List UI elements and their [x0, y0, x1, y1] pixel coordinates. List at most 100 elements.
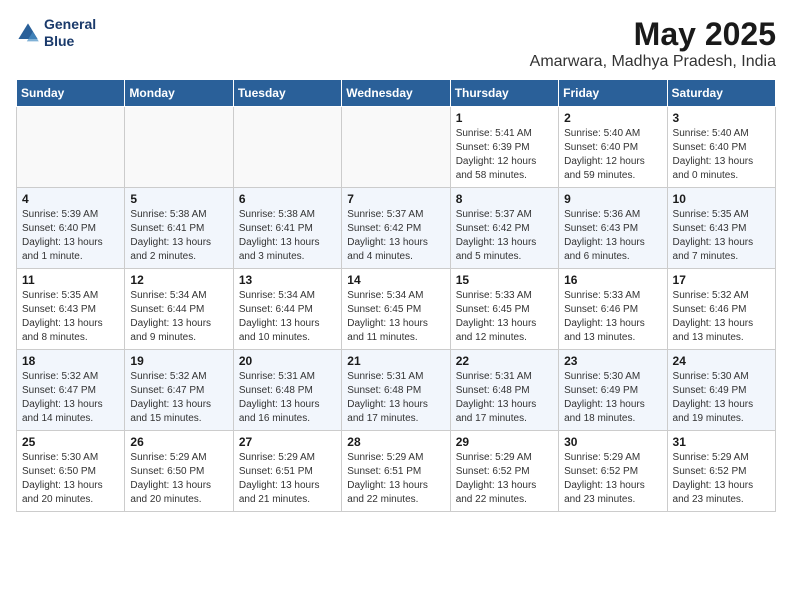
- calendar-cell: 27 Sunrise: 5:29 AM Sunset: 6:51 PM Dayli…: [233, 431, 341, 512]
- day-number: 14: [347, 273, 444, 287]
- day-info: Sunrise: 5:30 AM Sunset: 6:49 PM Dayligh…: [673, 370, 770, 426]
- calendar-cell: 13 Sunrise: 5:34 AM Sunset: 6:44 PM Dayli…: [233, 269, 341, 350]
- day-number: 28: [347, 435, 444, 449]
- calendar-table: SundayMondayTuesdayWednesdayThursdayFrid…: [16, 79, 776, 512]
- calendar-cell: 19Sunrise: 5:32 AM Sunset: 6:47 PM Dayli…: [125, 350, 233, 431]
- day-info: Sunrise: 5:37 AM Sunset: 6:42 PM Dayligh…: [347, 208, 444, 264]
- calendar-cell: [233, 107, 341, 188]
- calendar-cell: 10 Sunrise: 5:35 AM Sunset: 6:43 PM Dayli…: [667, 188, 775, 269]
- calendar-cell: 8Sunrise: 5:37 AM Sunset: 6:42 PM Daylig…: [450, 188, 558, 269]
- day-info: Sunrise: 5:35 AM Sunset: 6:43 PM Dayligh…: [22, 289, 119, 345]
- logo: General Blue: [16, 16, 96, 50]
- day-number: 29: [456, 435, 553, 449]
- day-number: 5: [130, 192, 227, 206]
- day-header-monday: Monday: [125, 80, 233, 107]
- day-number: 10: [673, 192, 770, 206]
- calendar-cell: 6 Sunrise: 5:38 AM Sunset: 6:41 PM Daylig…: [233, 188, 341, 269]
- calendar-cell: 3 Sunrise: 5:40 AM Sunset: 6:40 PM Daylig…: [667, 107, 775, 188]
- day-info: Sunrise: 5:34 AM Sunset: 6:44 PM Dayligh…: [239, 289, 336, 345]
- calendar-cell: 31Sunrise: 5:29 AM Sunset: 6:52 PM Dayli…: [667, 431, 775, 512]
- day-info: Sunrise: 5:35 AM Sunset: 6:43 PM Dayligh…: [673, 208, 770, 264]
- day-info: Sunrise: 5:36 AM Sunset: 6:43 PM Dayligh…: [564, 208, 661, 264]
- day-number: 1: [456, 111, 553, 125]
- calendar-cell: 22 Sunrise: 5:31 AM Sunset: 6:48 PM Dayli…: [450, 350, 558, 431]
- day-info: Sunrise: 5:32 AM Sunset: 6:47 PM Dayligh…: [130, 370, 227, 426]
- calendar-week-row: 4 Sunrise: 5:39 AM Sunset: 6:40 PM Daylig…: [17, 188, 776, 269]
- calendar-cell: 4 Sunrise: 5:39 AM Sunset: 6:40 PM Daylig…: [17, 188, 125, 269]
- calendar-cell: 20 Sunrise: 5:31 AM Sunset: 6:48 PM Dayli…: [233, 350, 341, 431]
- day-number: 9: [564, 192, 661, 206]
- day-info: Sunrise: 5:33 AM Sunset: 6:45 PM Dayligh…: [456, 289, 553, 345]
- day-number: 20: [239, 354, 336, 368]
- day-header-saturday: Saturday: [667, 80, 775, 107]
- day-info: Sunrise: 5:37 AM Sunset: 6:42 PM Dayligh…: [456, 208, 553, 264]
- day-header-friday: Friday: [559, 80, 667, 107]
- day-info: Sunrise: 5:29 AM Sunset: 6:51 PM Dayligh…: [239, 451, 336, 507]
- calendar-header-row: SundayMondayTuesdayWednesdayThursdayFrid…: [17, 80, 776, 107]
- day-header-wednesday: Wednesday: [342, 80, 450, 107]
- day-number: 4: [22, 192, 119, 206]
- calendar-cell: 18Sunrise: 5:32 AM Sunset: 6:47 PM Dayli…: [17, 350, 125, 431]
- day-info: Sunrise: 5:32 AM Sunset: 6:46 PM Dayligh…: [673, 289, 770, 345]
- calendar-cell: [342, 107, 450, 188]
- calendar-cell: 26 Sunrise: 5:29 AM Sunset: 6:50 PM Dayli…: [125, 431, 233, 512]
- calendar-cell: 28 Sunrise: 5:29 AM Sunset: 6:51 PM Dayli…: [342, 431, 450, 512]
- day-number: 6: [239, 192, 336, 206]
- calendar-cell: 15 Sunrise: 5:33 AM Sunset: 6:45 PM Dayli…: [450, 269, 558, 350]
- day-info: Sunrise: 5:29 AM Sunset: 6:52 PM Dayligh…: [456, 451, 553, 507]
- calendar-cell: 23Sunrise: 5:30 AM Sunset: 6:49 PM Dayli…: [559, 350, 667, 431]
- day-info: Sunrise: 5:31 AM Sunset: 6:48 PM Dayligh…: [456, 370, 553, 426]
- calendar-subtitle: Amarwara, Madhya Pradesh, India: [530, 53, 776, 71]
- day-info: Sunrise: 5:38 AM Sunset: 6:41 PM Dayligh…: [239, 208, 336, 264]
- day-info: Sunrise: 5:39 AM Sunset: 6:40 PM Dayligh…: [22, 208, 119, 264]
- day-number: 17: [673, 273, 770, 287]
- day-number: 25: [22, 435, 119, 449]
- calendar-cell: 21 Sunrise: 5:31 AM Sunset: 6:48 PM Dayli…: [342, 350, 450, 431]
- calendar-week-row: 11 Sunrise: 5:35 AM Sunset: 6:43 PM Dayli…: [17, 269, 776, 350]
- day-info: Sunrise: 5:30 AM Sunset: 6:50 PM Dayligh…: [22, 451, 119, 507]
- calendar-cell: 17 Sunrise: 5:32 AM Sunset: 6:46 PM Dayli…: [667, 269, 775, 350]
- day-info: Sunrise: 5:38 AM Sunset: 6:41 PM Dayligh…: [130, 208, 227, 264]
- day-number: 3: [673, 111, 770, 125]
- day-info: Sunrise: 5:34 AM Sunset: 6:44 PM Dayligh…: [130, 289, 227, 345]
- day-header-sunday: Sunday: [17, 80, 125, 107]
- day-number: 7: [347, 192, 444, 206]
- calendar-cell: 7 Sunrise: 5:37 AM Sunset: 6:42 PM Daylig…: [342, 188, 450, 269]
- calendar-cell: 14 Sunrise: 5:34 AM Sunset: 6:45 PM Dayli…: [342, 269, 450, 350]
- day-number: 26: [130, 435, 227, 449]
- calendar-week-row: 25 Sunrise: 5:30 AM Sunset: 6:50 PM Dayli…: [17, 431, 776, 512]
- logo-text: General Blue: [44, 16, 96, 50]
- calendar-cell: 2Sunrise: 5:40 AM Sunset: 6:40 PM Daylig…: [559, 107, 667, 188]
- day-number: 15: [456, 273, 553, 287]
- calendar-cell: 30Sunrise: 5:29 AM Sunset: 6:52 PM Dayli…: [559, 431, 667, 512]
- calendar-cell: [125, 107, 233, 188]
- day-info: Sunrise: 5:29 AM Sunset: 6:52 PM Dayligh…: [673, 451, 770, 507]
- day-info: Sunrise: 5:34 AM Sunset: 6:45 PM Dayligh…: [347, 289, 444, 345]
- day-number: 16: [564, 273, 661, 287]
- calendar-cell: 16 Sunrise: 5:33 AM Sunset: 6:46 PM Dayli…: [559, 269, 667, 350]
- day-number: 13: [239, 273, 336, 287]
- day-info: Sunrise: 5:41 AM Sunset: 6:39 PM Dayligh…: [456, 127, 553, 183]
- day-info: Sunrise: 5:31 AM Sunset: 6:48 PM Dayligh…: [347, 370, 444, 426]
- day-number: 22: [456, 354, 553, 368]
- calendar-cell: 1 Sunrise: 5:41 AM Sunset: 6:39 PM Daylig…: [450, 107, 558, 188]
- day-info: Sunrise: 5:29 AM Sunset: 6:51 PM Dayligh…: [347, 451, 444, 507]
- calendar-cell: 12Sunrise: 5:34 AM Sunset: 6:44 PM Dayli…: [125, 269, 233, 350]
- calendar-cell: 9 Sunrise: 5:36 AM Sunset: 6:43 PM Daylig…: [559, 188, 667, 269]
- day-number: 27: [239, 435, 336, 449]
- day-info: Sunrise: 5:31 AM Sunset: 6:48 PM Dayligh…: [239, 370, 336, 426]
- day-header-thursday: Thursday: [450, 80, 558, 107]
- day-info: Sunrise: 5:29 AM Sunset: 6:50 PM Dayligh…: [130, 451, 227, 507]
- logo-icon: [16, 21, 40, 45]
- calendar-cell: 29 Sunrise: 5:29 AM Sunset: 6:52 PM Dayli…: [450, 431, 558, 512]
- day-info: Sunrise: 5:40 AM Sunset: 6:40 PM Dayligh…: [673, 127, 770, 183]
- day-number: 21: [347, 354, 444, 368]
- calendar-title: May 2025: [530, 16, 776, 53]
- day-info: Sunrise: 5:33 AM Sunset: 6:46 PM Dayligh…: [564, 289, 661, 345]
- calendar-week-row: 1 Sunrise: 5:41 AM Sunset: 6:39 PM Daylig…: [17, 107, 776, 188]
- header: General Blue May 2025 Amarwara, Madhya P…: [16, 16, 776, 71]
- calendar-cell: [17, 107, 125, 188]
- calendar-cell: 11 Sunrise: 5:35 AM Sunset: 6:43 PM Dayli…: [17, 269, 125, 350]
- day-info: Sunrise: 5:30 AM Sunset: 6:49 PM Dayligh…: [564, 370, 661, 426]
- day-number: 11: [22, 273, 119, 287]
